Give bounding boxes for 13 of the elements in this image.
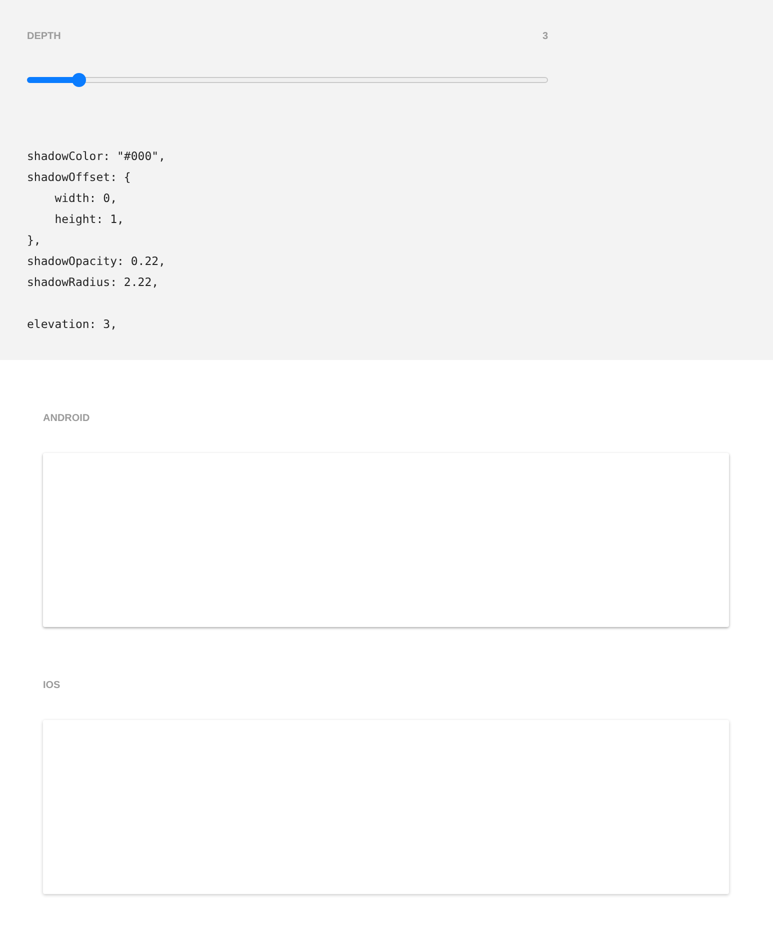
depth-label: DEPTH — [27, 31, 61, 42]
code-line: shadowOffset: { — [27, 169, 131, 186]
section-label: ANDROID — [43, 413, 90, 424]
code-line: elevation: 3, — [27, 316, 118, 333]
code-line: shadowOpacity: 0.22, — [27, 253, 166, 270]
depth-value: 3 — [542, 31, 548, 42]
code-line: width: 0, — [54, 190, 118, 207]
section-label: IOS — [43, 680, 60, 691]
code-line: shadowColor: "#000", — [27, 148, 166, 165]
code-line: shadowRadius: 2.22, — [27, 274, 159, 291]
code-line: }, — [27, 232, 41, 249]
slider-thumb[interactable] — [72, 73, 86, 87]
code-line: height: 1, — [54, 211, 124, 228]
